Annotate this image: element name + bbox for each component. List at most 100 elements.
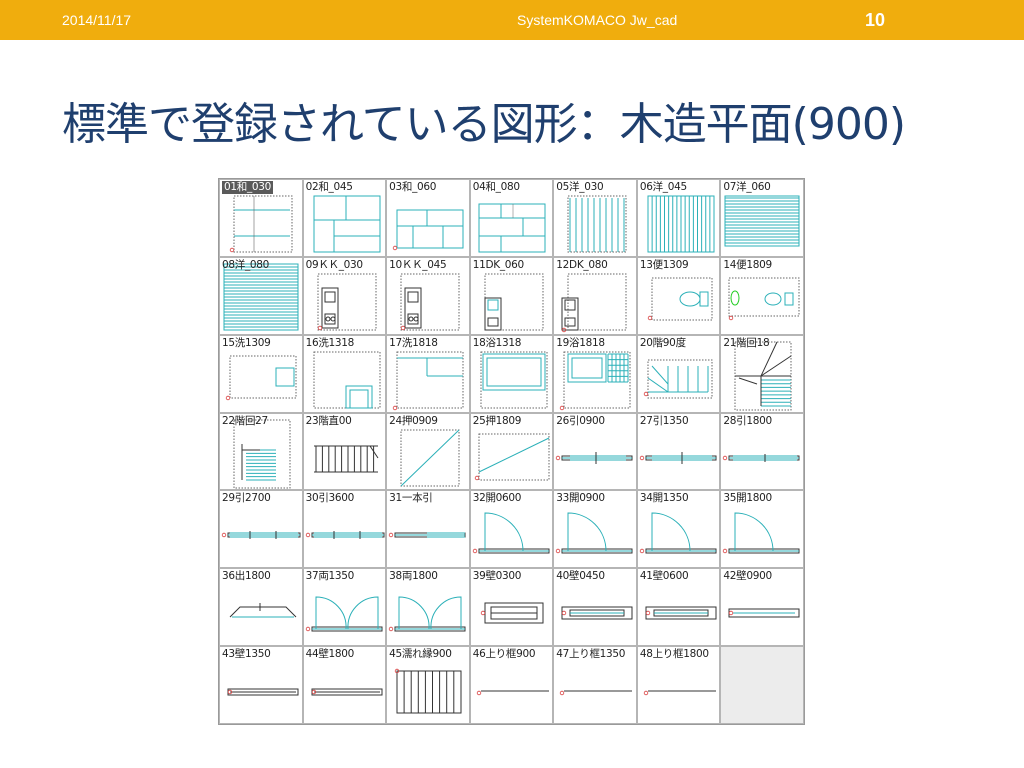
symbol-label: 38両1800 bbox=[389, 570, 438, 583]
symbol-label: 05洋_030 bbox=[556, 181, 604, 193]
symbol-tile[interactable]: 17洗1818 bbox=[387, 335, 469, 412]
symbol-label: 28引1800 bbox=[723, 414, 772, 427]
symbol-tile[interactable]: 35開1800 bbox=[721, 491, 803, 568]
symbol-tile[interactable]: 27引1350 bbox=[637, 413, 720, 490]
symbol-label: 04和_080 bbox=[472, 181, 520, 193]
symbol-tile[interactable]: 28引1800 bbox=[721, 413, 803, 490]
symbol-label: 25押1809 bbox=[472, 414, 522, 427]
symbol-tile[interactable]: 42壁0900 bbox=[721, 569, 803, 646]
symbol-tile[interactable]: 47上り框1350 bbox=[554, 647, 636, 723]
symbol-label: 10ＫＫ_045 bbox=[389, 258, 447, 271]
symbol-label: 29引2700 bbox=[222, 492, 271, 505]
symbol-label: 34開1350 bbox=[639, 492, 689, 505]
symbol-label: 36出1800 bbox=[222, 570, 271, 583]
symbol-tile[interactable]: 14便1809 bbox=[721, 257, 803, 334]
symbol-tile[interactable]: 15洗1309 bbox=[220, 335, 302, 412]
symbol-label: 41壁0600 bbox=[639, 570, 689, 583]
symbol-label: 24押0909 bbox=[389, 414, 438, 427]
symbol-tile[interactable]: 23階直00 bbox=[303, 413, 386, 490]
symbol-tile[interactable]: 36出1800 bbox=[220, 569, 302, 646]
symbol-label: 21階回18 bbox=[723, 336, 770, 349]
symbol-tile[interactable]: 45濡れ縁900 bbox=[387, 647, 469, 723]
symbol-tile[interactable]: 16洗1318 bbox=[303, 335, 386, 412]
symbol-tile[interactable]: 40壁0450 bbox=[554, 569, 636, 646]
symbol-tile[interactable]: 09ＫＫ_030 bbox=[303, 257, 386, 334]
symbol-label: 40壁0450 bbox=[556, 570, 605, 583]
symbol-tile[interactable]: 33開0900 bbox=[554, 491, 636, 568]
symbol-label: 15洗1309 bbox=[222, 336, 271, 349]
slide-title: 標準で登録されている図形：木造平面(900) bbox=[62, 99, 906, 150]
symbol-label: 42壁0900 bbox=[723, 570, 772, 583]
symbol-tile[interactable]: 18浴1318 bbox=[470, 335, 553, 412]
symbol-tile[interactable]: 03和_060 bbox=[387, 180, 469, 256]
symbol-grid: 01和_030 02和_045 03和_060 04和_080 05洋_030 06洋_0… bbox=[218, 178, 805, 725]
symbol-label: 07洋_060 bbox=[723, 181, 771, 193]
symbol-tile[interactable]: 02和_045 bbox=[303, 180, 386, 256]
symbol-label: 03和_060 bbox=[389, 181, 437, 193]
symbol-label: 19浴1818 bbox=[556, 336, 605, 349]
symbol-tile[interactable]: 01和_030 bbox=[220, 180, 302, 256]
symbol-tile[interactable]: 19浴1818 bbox=[554, 335, 636, 412]
symbol-tile[interactable]: 30引3600 bbox=[303, 491, 386, 568]
symbol-tile[interactable]: 13便1309 bbox=[637, 257, 720, 334]
symbol-label: 30引3600 bbox=[305, 492, 355, 505]
symbol-tile[interactable]: 08洋_080 bbox=[220, 257, 302, 334]
symbol-label: 16洗1318 bbox=[305, 336, 355, 349]
symbol-label: 31一本引 bbox=[389, 492, 433, 505]
symbol-tile[interactable]: 12DK_080 bbox=[554, 257, 636, 334]
symbol-label: 32開0600 bbox=[472, 492, 522, 505]
symbol-label: 14便1809 bbox=[723, 258, 772, 271]
symbol-label: 13便1309 bbox=[639, 258, 689, 271]
symbol-tile[interactable]: 07洋_060 bbox=[721, 180, 803, 256]
symbol-label: 09ＫＫ_030 bbox=[305, 258, 364, 271]
symbol-tile[interactable]: 39壁0300 bbox=[470, 569, 553, 646]
symbol-tile[interactable]: 21階回18 bbox=[721, 335, 803, 412]
symbol-tile[interactable]: 04和_080 bbox=[470, 180, 553, 256]
symbol-label: 08洋_080 bbox=[222, 258, 270, 271]
symbol-label: 37両1350 bbox=[305, 570, 355, 583]
symbol-label: 11DK_060 bbox=[472, 258, 525, 271]
symbol-tile[interactable]: 41壁0600 bbox=[637, 569, 720, 646]
slide-header-bar: 2014/11/17 SystemKOMACO Jw_cad 10 bbox=[0, 0, 1024, 40]
symbol-tile[interactable]: 31一本引 bbox=[387, 491, 469, 568]
symbol-tile[interactable]: 10ＫＫ_045 bbox=[387, 257, 469, 334]
symbol-label: 02和_045 bbox=[305, 181, 353, 193]
symbol-label: 43壁1350 bbox=[222, 648, 271, 661]
symbol-tile[interactable]: 26引0900 bbox=[554, 413, 636, 490]
page-number: 10 bbox=[865, 10, 886, 30]
symbol-tile[interactable]: 43壁1350 bbox=[220, 647, 302, 723]
empty-cell bbox=[721, 647, 803, 723]
symbol-tile[interactable]: 22階回27 bbox=[220, 413, 302, 490]
symbol-tile[interactable]: 32開0600 bbox=[470, 491, 553, 568]
symbol-tile[interactable]: 29引2700 bbox=[220, 491, 302, 568]
symbol-label: 22階回27 bbox=[222, 414, 268, 427]
symbol-label: 17洗1818 bbox=[389, 336, 438, 349]
symbol-tile[interactable]: 44壁1800 bbox=[303, 647, 386, 723]
symbol-label: 26引0900 bbox=[556, 414, 605, 427]
symbol-tile[interactable]: 25押1809 bbox=[470, 413, 553, 490]
symbol-label: 47上り框1350 bbox=[556, 648, 626, 661]
symbol-tile[interactable]: 48上り框1800 bbox=[637, 647, 720, 723]
symbol-label: 20階90度 bbox=[639, 336, 686, 349]
symbol-label: 46上り框900 bbox=[472, 648, 536, 661]
symbol-tile[interactable]: 34開1350 bbox=[637, 491, 720, 568]
symbol-label: 44壁1800 bbox=[305, 648, 355, 661]
symbol-tile[interactable]: 46上り框900 bbox=[470, 647, 553, 723]
symbol-tile[interactable]: 20階90度 bbox=[637, 335, 720, 412]
symbol-label: 01和_030 bbox=[222, 181, 274, 194]
symbol-label: 48上り框1800 bbox=[639, 648, 709, 661]
symbol-label: 45濡れ縁900 bbox=[389, 648, 452, 661]
symbol-tile[interactable]: 37両1350 bbox=[303, 569, 386, 646]
header-date: 2014/11/17 bbox=[62, 12, 132, 28]
symbol-label: 35開1800 bbox=[723, 492, 772, 505]
symbol-label: 06洋_045 bbox=[639, 181, 687, 193]
symbol-label: 33開0900 bbox=[556, 492, 605, 505]
symbol-tile[interactable]: 06洋_045 bbox=[637, 180, 720, 256]
symbol-tile[interactable]: 38両1800 bbox=[387, 569, 469, 646]
symbol-tile[interactable]: 05洋_030 bbox=[554, 180, 636, 256]
symbol-label: 23階直00 bbox=[305, 414, 352, 427]
symbol-label: 27引1350 bbox=[639, 414, 689, 427]
symbol-label: 39壁0300 bbox=[472, 570, 522, 583]
symbol-tile[interactable]: 24押0909 bbox=[387, 413, 469, 490]
symbol-tile[interactable]: 11DK_060 bbox=[470, 257, 553, 334]
